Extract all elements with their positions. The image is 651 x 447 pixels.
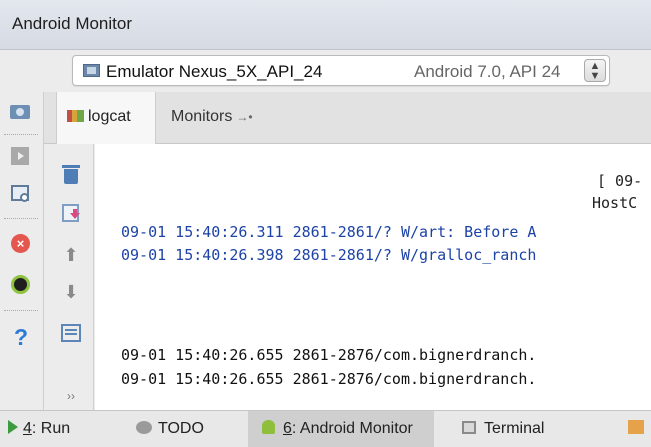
tool-window-title: Android Monitor — [12, 14, 133, 33]
todo-tool-button[interactable]: TODO — [136, 411, 204, 447]
tabs-row: logcat Monitors →• — [44, 92, 651, 144]
dropdown-stepper-icon[interactable]: ▲ ▼ — [584, 59, 606, 82]
run-mnemonic: 4 — [23, 420, 32, 437]
android-icon — [262, 420, 275, 434]
device-icon — [83, 64, 100, 77]
log-line: HostC — [592, 194, 638, 212]
tab-logcat[interactable]: logcat — [56, 92, 156, 144]
scroll-to-end-icon[interactable] — [59, 201, 83, 225]
layout-inspector-icon[interactable] — [9, 273, 33, 297]
monitor-label: : Android Monitor — [291, 420, 413, 437]
tab-monitors-label: Monitors — [171, 108, 233, 125]
android-monitor-tool-button[interactable]: 6: Android Monitor — [248, 411, 434, 447]
log-line-warning: 09-01 15:40:26.398 2861-2861/? W/gralloc… — [121, 246, 537, 264]
tab-logcat-label: logcat — [88, 108, 131, 125]
todo-icon — [136, 421, 152, 434]
run-tool-button[interactable]: 4: Run — [8, 411, 70, 447]
terminate-app-icon[interactable]: × — [9, 232, 33, 256]
log-line-warning: 09-01 15:40:26.311 2861-2861/? W/art: Be… — [121, 223, 537, 241]
run-icon — [8, 420, 18, 434]
messages-tool-button[interactable] — [628, 411, 644, 447]
run-label: : Run — [31, 420, 71, 437]
restore-arrow-icon: →• — [236, 110, 253, 124]
logcat-toolbar: ⬆ ⬇ ›› — [44, 144, 94, 410]
left-toolbar: × ? — [0, 92, 44, 410]
tab-monitors[interactable]: Monitors →• — [159, 92, 279, 144]
up-arrow-icon[interactable]: ⬆ — [59, 243, 83, 267]
screen-capture-icon[interactable] — [9, 100, 33, 124]
terminal-tool-button[interactable]: Terminal — [462, 411, 544, 447]
log-line: 09-01 15:40:26.655 2861-2876/com.bignerd… — [121, 346, 537, 364]
clear-logcat-icon[interactable] — [59, 162, 83, 186]
tool-window-bar: 4: Run TODO 6: Android Monitor Terminal — [0, 410, 651, 447]
toolbar-divider — [4, 134, 38, 135]
tool-window-header: Android Monitor — [0, 0, 651, 50]
screen-record-icon[interactable] — [9, 144, 33, 168]
toolbar-divider — [4, 218, 38, 219]
log-line: 09-01 15:40:26.655 2861-2876/com.bignerd… — [121, 370, 537, 388]
terminal-label: Terminal — [484, 420, 545, 437]
more-icon[interactable]: ›› — [59, 384, 83, 408]
device-detail: Android 7.0, API 24 — [414, 62, 561, 81]
logcat-icon — [67, 110, 84, 122]
terminal-icon — [462, 421, 476, 434]
device-dropdown[interactable]: Emulator Nexus_5X_API_24 Android 7.0, AP… — [72, 55, 610, 86]
toolbar-divider — [4, 310, 38, 311]
device-row: Emulator Nexus_5X_API_24 Android 7.0, AP… — [0, 50, 651, 92]
todo-label: TODO — [158, 420, 204, 437]
device-name: Emulator Nexus_5X_API_24 — [106, 62, 323, 81]
down-arrow-icon[interactable]: ⬇ — [59, 280, 83, 304]
monitor-mnemonic: 6 — [283, 420, 292, 437]
system-info-icon[interactable] — [9, 181, 33, 205]
soft-wraps-icon[interactable] — [59, 321, 83, 345]
help-icon[interactable]: ? — [9, 325, 33, 349]
log-line: [ 09- — [597, 172, 643, 190]
logcat-output[interactable]: [ 09- HostC 09-01 15:40:26.311 2861-2861… — [95, 144, 651, 410]
messages-icon — [628, 420, 644, 434]
